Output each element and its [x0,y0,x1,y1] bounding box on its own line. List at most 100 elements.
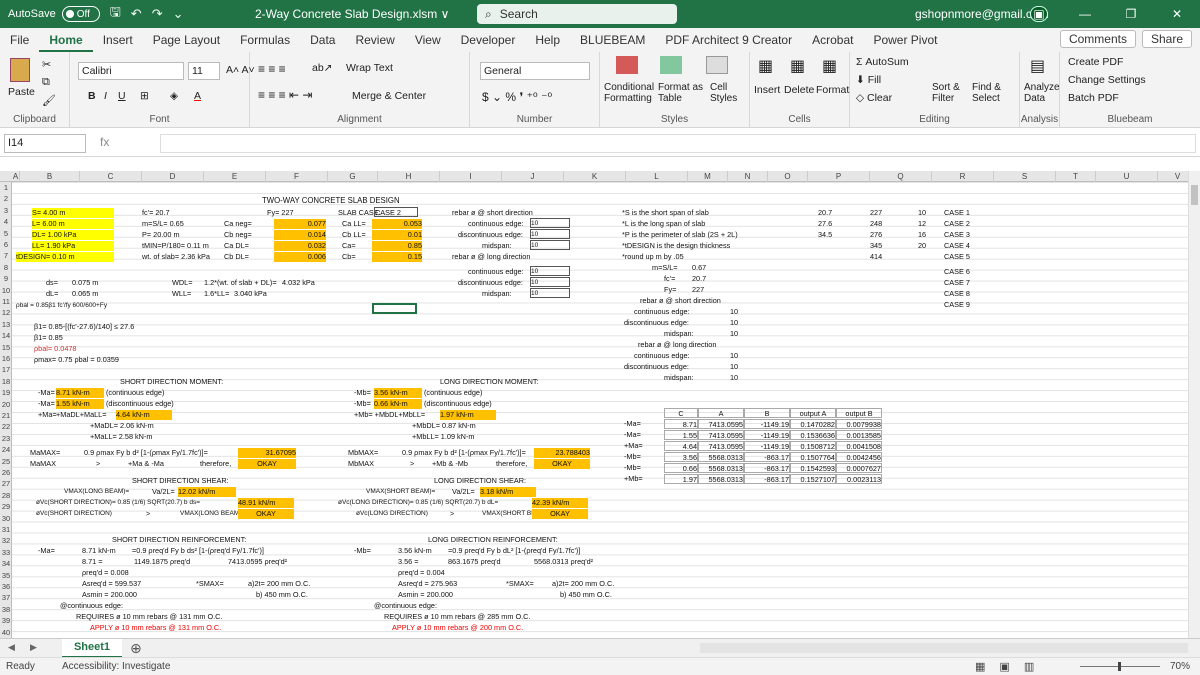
column-header[interactable]: P [808,171,870,182]
italic-icon[interactable]: I [104,90,107,102]
autosum-button[interactable]: Σ AutoSum [856,56,909,68]
row-header[interactable]: 36 [0,581,12,592]
rebar-select[interactable]: 10 [530,240,570,250]
column-header[interactable]: A [12,171,20,182]
orientation-icon[interactable]: ab↗ [312,62,332,74]
formula-input[interactable] [160,134,1196,153]
row-header[interactable]: 31 [0,524,12,535]
fill-color-icon[interactable]: ◈ [170,90,178,102]
cell-styles-button[interactable]: Cell Styles [710,82,744,104]
zoom-slider[interactable] [1080,662,1160,671]
copy-icon[interactable]: ⧉ [42,76,50,89]
page-layout-view-icon[interactable]: ▣ [999,660,1009,673]
merge-center-button[interactable]: Merge & Center [352,90,426,102]
column-header[interactable]: I [440,171,502,182]
cell-styles-icon[interactable] [706,56,728,74]
row-header[interactable]: 18 [0,376,12,387]
fy-input[interactable]: Fy= 227 [267,208,294,218]
column-header[interactable]: C [80,171,142,182]
row-header[interactable]: 16 [0,353,12,364]
conditional-formatting-icon[interactable] [616,56,638,74]
row-header[interactable]: 26 [0,467,12,478]
borders-icon[interactable]: ⊞ [140,90,149,102]
search-box[interactable]: ⌕ Search [477,4,677,24]
column-header[interactable]: M [688,171,728,182]
redo-icon[interactable]: ↷ [152,6,163,22]
next-sheet-icon[interactable]: ▶ [30,642,37,653]
row-header[interactable]: 14 [0,330,12,341]
tab-formulas[interactable]: Formulas [230,28,300,52]
font-name-select[interactable]: Calibri [78,62,184,80]
row-header[interactable]: 33 [0,547,12,558]
paste-button[interactable]: Paste [8,86,35,98]
close-icon[interactable]: ✕ [1154,0,1200,28]
row-header[interactable]: 2 [0,193,12,204]
tab-home[interactable]: Home [39,28,93,52]
row-header[interactable]: 17 [0,364,12,375]
column-header[interactable]: D [142,171,204,182]
row-header[interactable]: 22 [0,421,12,432]
row-header[interactable]: 13 [0,319,12,330]
accounting-icon[interactable]: $ ⌄ % ❜ ⁺⁰ ⁻⁰ [482,90,552,104]
row-header[interactable]: 25 [0,456,12,467]
tab-bluebeam[interactable]: BLUEBEAM [570,28,655,52]
row-header[interactable]: 6 [0,239,12,250]
column-header[interactable]: U [1096,171,1158,182]
analyze-data-button[interactable]: Analyze Data [1024,82,1060,104]
align-left-icon[interactable]: ≡ ≡ ≡ ⇤ ⇥ [258,88,312,102]
column-header[interactable]: G [328,171,378,182]
column-header[interactable]: E [204,171,266,182]
delete-button[interactable]: Delete [784,84,814,96]
minimize-icon[interactable]: — [1062,0,1108,28]
row-header[interactable]: 34 [0,558,12,569]
vertical-scrollbar[interactable] [1188,171,1200,638]
column-header[interactable]: K [564,171,626,182]
column-header[interactable]: H [378,171,440,182]
row-header[interactable]: 29 [0,501,12,512]
rebar-select[interactable]: 10 [530,218,570,228]
font-size-select[interactable]: 11 [188,62,220,80]
conditional-formatting-button[interactable]: Conditional Formatting [604,82,660,104]
horizontal-scrollbar[interactable] [700,643,1188,653]
share-button[interactable]: Share [1141,30,1192,48]
format-table-icon[interactable] [660,56,682,74]
normal-view-icon[interactable]: ▦ [975,660,985,673]
row-header[interactable]: 30 [0,513,12,524]
slab-case-select[interactable]: CASE 2 [374,207,418,217]
tab-file[interactable]: File [0,28,39,52]
change-settings-button[interactable]: Change Settings [1068,74,1146,86]
worksheet-grid[interactable]: TWO-WAY CONCRETE SLAB DESIGN S= 4.00 m L… [12,182,1192,638]
comments-button[interactable]: Comments [1059,30,1136,48]
rebar-select[interactable]: 10 [530,229,570,239]
create-pdf-button[interactable]: Create PDF [1068,56,1123,68]
accessibility-status[interactable]: Accessibility: Investigate [62,661,170,672]
insert-button[interactable]: Insert [754,84,780,96]
underline-icon[interactable]: U [118,90,126,102]
row-header[interactable]: 40 [0,627,12,638]
column-header[interactable]: O [768,171,808,182]
prev-sheet-icon[interactable]: ◀ [8,642,15,653]
format-table-button[interactable]: Format as Table [658,82,706,104]
row-header[interactable]: 27 [0,478,12,489]
autosave-toggle[interactable]: Off [61,6,100,22]
paste-icon[interactable] [10,58,30,82]
row-header[interactable]: 37 [0,592,12,603]
row-header[interactable]: 24 [0,444,12,455]
row-header[interactable]: 15 [0,342,12,353]
row-header[interactable]: 5 [0,228,12,239]
row-header[interactable]: 38 [0,604,12,615]
restore-icon[interactable]: ❐ [1108,0,1154,28]
row-header[interactable]: 19 [0,387,12,398]
dead-load[interactable]: DL= 1.00 kPa [32,230,114,240]
tab-data[interactable]: Data [300,28,345,52]
wrap-text-button[interactable]: Wrap Text [346,62,393,74]
tab-page-layout[interactable]: Page Layout [143,28,230,52]
scroll-thumb[interactable] [1191,185,1198,205]
zoom-level[interactable]: 70% [1170,661,1190,672]
tab-developer[interactable]: Developer [451,28,526,52]
number-format-select[interactable]: General [480,62,590,80]
ribbon-display-icon[interactable]: ▣ [1016,0,1062,28]
bold-icon[interactable]: B [88,90,96,102]
tab-pdf-architect[interactable]: PDF Architect 9 Creator [655,28,802,52]
row-header[interactable]: 39 [0,615,12,626]
